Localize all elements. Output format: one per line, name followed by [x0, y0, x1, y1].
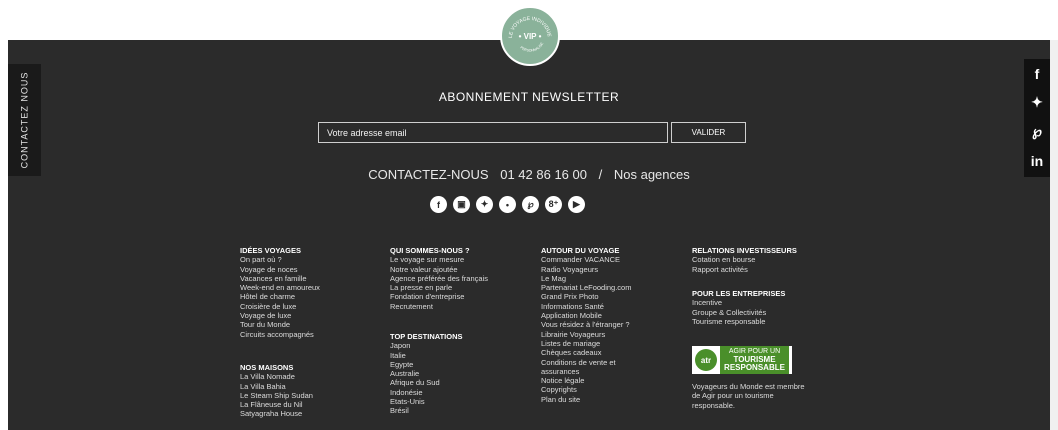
pinterest-icon[interactable]: ℘: [1024, 117, 1050, 146]
atr-description: Voyageurs du Monde est membre de Agir po…: [692, 382, 832, 410]
atr-logo-text: AGIR POUR UN TOURISME RESPONSABLE: [720, 346, 789, 374]
footer-link[interactable]: Copyrights: [541, 385, 631, 394]
contact-side-tab-label: CONTACTEZ NOUS: [19, 71, 30, 169]
column-title[interactable]: RELATIONS INVESTISSEURS: [692, 246, 797, 255]
footer-link[interactable]: Librairie Voyageurs: [541, 330, 631, 339]
footer-link[interactable]: Informations Santé: [541, 302, 631, 311]
column-title[interactable]: NOS MAISONS: [240, 363, 313, 372]
column-title[interactable]: AUTOUR DU VOYAGE: [541, 246, 631, 255]
footer-link[interactable]: Plan du site: [541, 395, 631, 404]
podcast-icon[interactable]: •: [499, 196, 516, 213]
footer-link[interactable]: On part où ?: [240, 255, 320, 264]
footer-link[interactable]: Cotation en bourse: [692, 255, 797, 264]
atr-logo-mark: atr: [695, 349, 717, 371]
footer-link[interactable]: Week-end en amoureux: [240, 283, 320, 292]
column-title[interactable]: POUR LES ENTREPRISES: [692, 289, 785, 298]
seal-bottom-text: PERSONNALISÉ: [519, 41, 544, 53]
footer-link[interactable]: Incentive: [692, 298, 785, 307]
footer-link[interactable]: Chèques cadeaux: [541, 348, 631, 357]
youtube-icon[interactable]: ▶: [568, 196, 585, 213]
footer-link[interactable]: Agence préférée des français: [390, 274, 488, 283]
footer-link[interactable]: Afrique du Sud: [390, 378, 463, 387]
instagram-icon[interactable]: ▣: [453, 196, 470, 213]
footer-link[interactable]: Indonésie: [390, 388, 463, 397]
footer-link[interactable]: Rapport activités: [692, 265, 797, 274]
social-icons-row: f ▣ ✦ • ℘ 8⁺ ▶: [430, 196, 585, 213]
linkedin-icon[interactable]: in: [1024, 146, 1050, 175]
contact-separator: /: [598, 167, 603, 182]
google-plus-icon[interactable]: 8⁺: [545, 196, 562, 213]
footer-link[interactable]: Hôtel de charme: [240, 292, 320, 301]
footer-link[interactable]: Croisière de luxe: [240, 302, 320, 311]
contact-label[interactable]: CONTACTEZ-NOUS: [368, 167, 488, 182]
column-title[interactable]: QUI SOMMES-NOUS ?: [390, 246, 488, 255]
column-autour-du-voyage: AUTOUR DU VOYAGE Commander VACANCE Radio V…: [541, 246, 631, 404]
footer-link[interactable]: Vacances en famille: [240, 274, 320, 283]
footer-link[interactable]: Radio Voyageurs: [541, 265, 631, 274]
footer-link[interactable]: assurances: [541, 367, 631, 376]
atr-description-line: Voyageurs du Monde est membre: [692, 382, 805, 391]
footer-link[interactable]: Australie: [390, 369, 463, 378]
facebook-icon[interactable]: f: [430, 196, 447, 213]
contact-side-tab[interactable]: CONTACTEZ NOUS: [8, 64, 41, 176]
footer-link[interactable]: Recrutement: [390, 302, 488, 311]
facebook-icon[interactable]: f: [1024, 59, 1050, 88]
footer-link[interactable]: Italie: [390, 351, 463, 360]
column-qui-sommes-nous: QUI SOMMES-NOUS ? Le voyage sur mesure Not…: [390, 246, 488, 311]
footer-link[interactable]: Conditions de vente et: [541, 358, 631, 367]
column-nos-maisons: NOS MAISONS La Villa Nomade La Villa Bahia…: [240, 363, 313, 419]
twitter-icon[interactable]: ✦: [476, 196, 493, 213]
seal-center-text: • VIP •: [519, 32, 542, 41]
column-relations-investisseurs: RELATIONS INVESTISSEURS Cotation en bours…: [692, 246, 797, 274]
footer-link[interactable]: Le Steam Ship Sudan: [240, 391, 313, 400]
footer-link[interactable]: Tourisme responsable: [692, 317, 785, 326]
footer-link[interactable]: Vous résidez à l'étranger ?: [541, 320, 631, 329]
atr-description-line: responsable.: [692, 400, 735, 410]
footer-link[interactable]: Notice légale: [541, 376, 631, 385]
footer-link[interactable]: Japon: [390, 341, 463, 350]
footer-link[interactable]: Brésil: [390, 406, 463, 415]
atr-logo[interactable]: atr AGIR POUR UN TOURISME RESPONSABLE: [692, 346, 792, 374]
footer-link[interactable]: Le Mag: [541, 274, 631, 283]
column-title[interactable]: IDÉES VOYAGES: [240, 246, 320, 255]
column-top-destinations: TOP DESTINATIONS Japon Italie Egypte Austral…: [390, 332, 463, 416]
footer-link[interactable]: La Flâneuse du Nil: [240, 400, 313, 409]
column-title[interactable]: TOP DESTINATIONS: [390, 332, 463, 341]
footer-link[interactable]: Fondation d'entreprise: [390, 292, 488, 301]
atr-description-line: de Agir pour un tourisme: [692, 391, 774, 401]
newsletter-title: ABONNEMENT NEWSLETTER: [438, 90, 620, 104]
contact-line: CONTACTEZ-NOUS 01 42 86 16 00 / Nos agen…: [0, 167, 1058, 182]
pinterest-icon[interactable]: ℘: [522, 196, 539, 213]
column-idees-voyages: IDÉES VOYAGES On part où ? Voyage de noces…: [240, 246, 320, 339]
column-pour-les-entreprises: POUR LES ENTREPRISES Incentive Groupe & Co…: [692, 289, 785, 326]
social-side-bar: f ✦ ℘ in: [1024, 59, 1050, 177]
footer-link[interactable]: La Villa Nomade: [240, 372, 313, 381]
vip-seal-graphic: LE VOYAGE INDIVIDUEL • VIP • PERSONNALIS…: [502, 8, 552, 53]
footer-link[interactable]: Voyage de luxe: [240, 311, 320, 320]
footer-link[interactable]: Listes de mariage: [541, 339, 631, 348]
footer-link[interactable]: Notre valeur ajoutée: [390, 265, 488, 274]
agencies-link[interactable]: Nos agences: [614, 167, 690, 182]
atr-line3: RESPONSABLE: [724, 363, 785, 372]
newsletter-submit-button[interactable]: VALIDER: [671, 122, 746, 143]
footer-link[interactable]: Voyage de noces: [240, 265, 320, 274]
footer-link[interactable]: Circuits accompagnés: [240, 330, 320, 339]
footer-link[interactable]: Tour du Monde: [240, 320, 320, 329]
footer-link[interactable]: La presse en parle: [390, 283, 488, 292]
footer-link[interactable]: Application Mobile: [541, 311, 631, 320]
footer-link[interactable]: Etats-Unis: [390, 397, 463, 406]
footer-link[interactable]: Egypte: [390, 360, 463, 369]
newsletter-email-input[interactable]: [318, 122, 668, 143]
twitter-icon[interactable]: ✦: [1024, 88, 1050, 117]
vip-seal-logo: LE VOYAGE INDIVIDUEL • VIP • PERSONNALIS…: [500, 6, 560, 66]
footer-link[interactable]: Grand Prix Photo: [541, 292, 631, 301]
footer-link[interactable]: Commander VACANCE: [541, 255, 631, 264]
footer-link[interactable]: Groupe & Collectivités: [692, 308, 785, 317]
footer-link[interactable]: Satyagraha House: [240, 409, 313, 418]
contact-phone[interactable]: 01 42 86 16 00: [500, 167, 587, 182]
footer-link[interactable]: Le voyage sur mesure: [390, 255, 488, 264]
footer-link[interactable]: Partenariat LeFooding.com: [541, 283, 631, 292]
footer-link[interactable]: La Villa Bahia: [240, 382, 313, 391]
svg-text:PERSONNALISÉ: PERSONNALISÉ: [519, 41, 544, 53]
